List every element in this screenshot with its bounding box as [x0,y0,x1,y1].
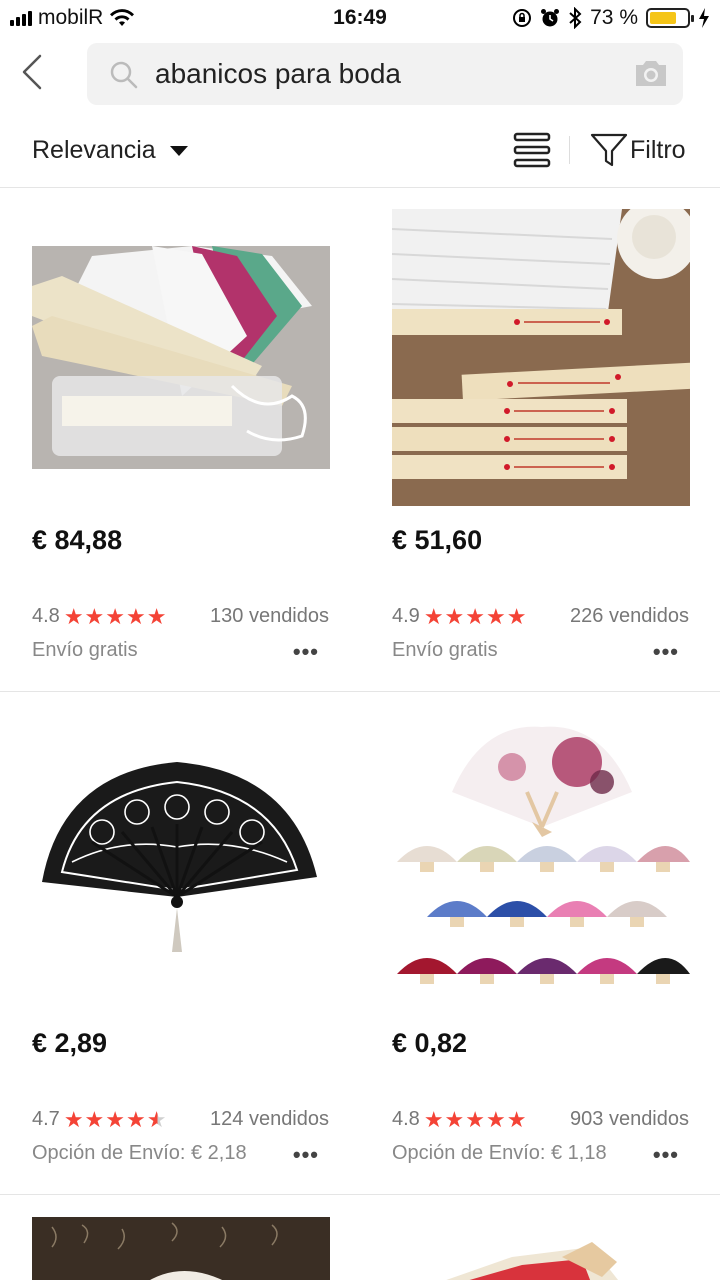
rating-line: 4.9 ★ ★ ★ ★ ★ 226 vendidos [392,605,689,628]
star-rating: ★ ★ ★ ★ ★ [63,603,167,629]
shipping-line: Opción de Envío: € 2,18 ••• [32,1142,329,1168]
shipping-line: Envío gratis ••• [392,639,689,665]
product-price: € 84,88 [32,525,123,555]
rotation-lock-icon [513,9,532,27]
star-icon: ★ [146,603,167,629]
back-arrow-icon [22,54,42,90]
sold-count: 226 vendidos [570,605,689,627]
product-card[interactable] [32,1195,362,1280]
rating-value: 4.9 [392,605,420,627]
floral-fans-image [392,712,690,1010]
product-card[interactable] [392,1195,720,1280]
star-icon: ★ [105,603,126,629]
red-fan-image [392,1217,690,1280]
product-image[interactable] [392,712,690,1010]
sold-count: 124 vendidos [210,1108,329,1130]
product-image[interactable] [392,1217,690,1280]
product-price: € 2,89 [32,1028,108,1058]
product-image[interactable] [32,246,330,469]
star-icon: ★ [84,603,105,629]
sort-dropdown[interactable]: Relevancia [32,136,188,165]
shipping-info: Opción de Envío: € 1,18 [392,1142,607,1164]
more-dots-icon[interactable]: ••• [293,1142,319,1168]
star-rating: ★ ★ ★ ★ ★ [63,1106,167,1132]
star-icon: ★ [506,603,527,629]
rating-value: 4.8 [392,1108,420,1130]
shipping-info: Envío gratis [392,639,498,661]
toolbar-divider [569,136,570,164]
white-fans-image [32,246,330,469]
shipping-line: Envío gratis ••• [32,639,329,665]
more-dots-icon[interactable]: ••• [653,1142,679,1168]
product-row: € 84,88 4.8 ★ ★ ★ ★ ★ 130 vendidos Envío gra… [0,189,720,692]
star-icon: ★ [444,1106,465,1132]
star-icon: ★ [63,1106,84,1132]
star-icon: ★ [486,603,506,629]
star-icon: ★ [146,1106,167,1132]
star-icon: ★ [465,603,486,629]
star-icon: ★ [105,1106,126,1132]
sort-filter-bar: Relevancia Filtro [0,118,720,188]
rating-line: 4.8 ★ ★ ★ ★ ★ 130 vendidos [32,605,329,628]
battery-percent: 73 % [590,6,638,29]
product-card[interactable]: € 0,82 4.8 ★ ★ ★ ★ ★ 903 vendidos Opción de … [392,692,720,1194]
filter-button[interactable]: Filtro [590,132,686,168]
shipping-info: Opción de Envío: € 2,18 [32,1142,247,1164]
product-row: € 2,89 4.7 ★ ★ ★ ★ ★ 124 vendidos Opción de … [0,692,720,1195]
status-right: 73 % [512,6,710,30]
star-icon: ★ [423,1106,444,1132]
search-input[interactable]: abanicos para boda [87,43,683,105]
filter-label: Filtro [630,135,686,164]
product-price: € 0,82 [392,1028,468,1058]
shipping-line: Opción de Envío: € 1,18 ••• [392,1142,689,1168]
star-icon: ★ [126,1106,146,1132]
sold-count: 130 vendidos [210,605,329,627]
star-icon: ★ [465,1106,486,1132]
rating-value: 4.7 [32,1108,60,1130]
product-card[interactable]: € 51,60 4.9 ★ ★ ★ ★ ★ 226 vendidos Envío gra… [392,189,720,691]
product-image[interactable] [32,1217,330,1280]
search-query[interactable]: abanicos para boda [155,58,401,90]
rating-value: 4.8 [32,605,60,627]
battery-fill [650,12,677,24]
caret-down-icon [169,145,188,156]
black-lace-fan-image [32,712,330,1010]
back-button[interactable] [14,48,50,96]
product-card[interactable]: € 84,88 4.8 ★ ★ ★ ★ ★ 130 vendidos Envío gra… [32,189,362,691]
sold-count: 903 vendidos [570,1108,689,1130]
product-price: € 51,60 [392,525,483,555]
list-view-icon[interactable] [513,132,551,168]
product-image[interactable] [392,209,690,506]
star-rating: ★ ★ ★ ★ ★ [423,603,527,629]
more-dots-icon[interactable]: ••• [653,639,679,665]
star-icon: ★ [506,1106,527,1132]
alarm-icon [541,9,560,27]
product-grid: € 84,88 4.8 ★ ★ ★ ★ ★ 130 vendidos Envío gra… [0,189,720,1280]
battery-icon [646,8,694,28]
camera-icon[interactable] [633,57,669,89]
dark-calligraphy-fan-image [32,1217,330,1280]
rating-line: 4.8 ★ ★ ★ ★ ★ 903 vendidos [392,1108,689,1131]
star-rating: ★ ★ ★ ★ ★ [423,1106,527,1132]
star-icon: ★ [63,603,84,629]
rating-line: 4.7 ★ ★ ★ ★ ★ 124 vendidos [32,1108,329,1131]
star-icon: ★ [486,1106,506,1132]
sort-label: Relevancia [32,136,156,164]
more-dots-icon[interactable]: ••• [293,639,319,665]
filter-funnel-icon [590,133,628,167]
wood-fans-image [392,209,690,506]
search-icon [110,61,138,89]
star-icon: ★ [84,1106,105,1132]
star-icon: ★ [444,603,465,629]
star-icon: ★ [423,603,444,629]
product-card[interactable]: € 2,89 4.7 ★ ★ ★ ★ ★ 124 vendidos Opción de … [32,692,362,1194]
product-image[interactable] [32,712,330,1010]
star-icon: ★ [126,603,146,629]
product-row [0,1195,720,1280]
charging-bolt-icon [699,8,709,28]
search-header: abanicos para boda [0,40,720,108]
shipping-info: Envío gratis [32,639,138,661]
bluetooth-icon [569,7,582,29]
status-bar: mobilR 16:49 73 % [0,0,720,36]
